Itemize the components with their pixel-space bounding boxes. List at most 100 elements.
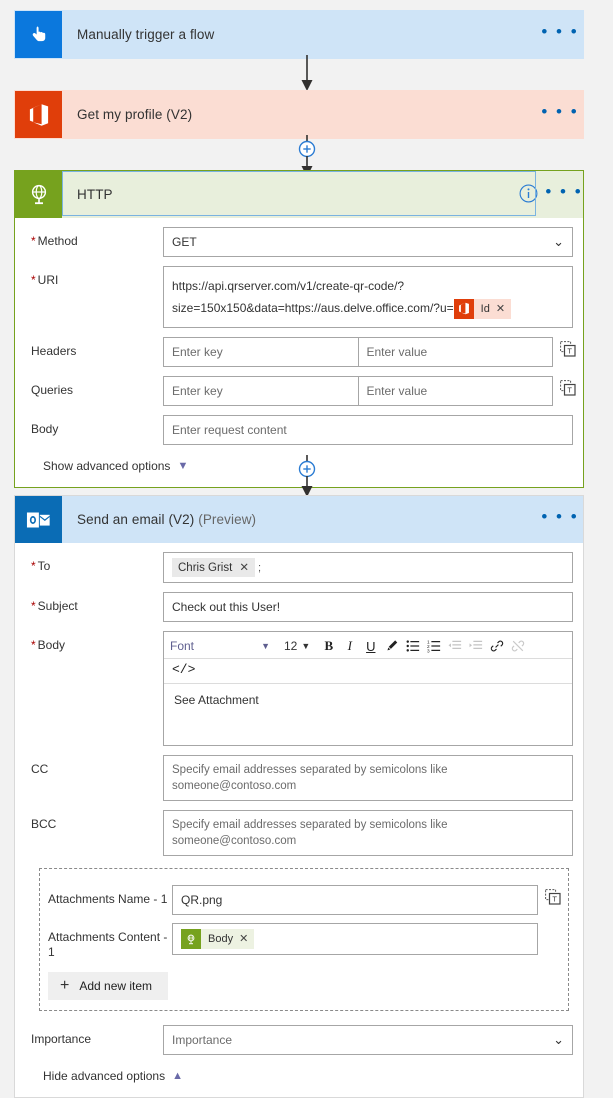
font-family-select[interactable]: Font ▼ — [170, 639, 274, 653]
token-remove-icon[interactable]: ✕ — [239, 931, 254, 947]
attachment-content-input[interactable]: Body ✕ — [172, 923, 538, 955]
profile-more-button[interactable]: • • • — [537, 103, 583, 127]
email-hide-advanced-options[interactable]: Hide advanced options ▲ — [15, 1055, 583, 1097]
http-card-header[interactable]: HTTP • • • — [15, 171, 583, 218]
arrow-down-icon — [301, 55, 312, 91]
token-remove-icon[interactable]: ✕ — [496, 298, 511, 320]
http-body-row: Body Enter request content — [15, 415, 583, 445]
http-uri-line-1: https://api.qrserver.com/v1/create-qr-co… — [172, 279, 405, 293]
http-globe-icon — [15, 171, 62, 218]
chevron-down-icon: ⌄ — [553, 1032, 564, 1047]
email-bcc-label: BCC — [31, 817, 57, 831]
switch-to-text-mode-icon[interactable]: T — [553, 337, 583, 357]
flow-card-trigger[interactable]: Manually trigger a flow • • • — [14, 10, 584, 59]
http-header-key-input[interactable]: Enter key — [163, 337, 358, 367]
email-bcc-row: BCC Specify email addresses separated by… — [15, 810, 583, 856]
bold-button[interactable]: B — [318, 636, 339, 656]
profile-card-header[interactable]: Get my profile (V2) • • • — [15, 91, 583, 138]
email-bcc-input[interactable]: Specify email addresses separated by sem… — [163, 810, 573, 856]
font-size-select[interactable]: 12 ▼ — [284, 639, 310, 653]
italic-button[interactable]: I — [339, 636, 360, 656]
switch-to-text-mode-icon[interactable]: T — [553, 376, 583, 396]
email-subject-label: * Subject — [31, 599, 78, 613]
http-query-key-input[interactable]: Enter key — [163, 376, 358, 406]
http-query-value-input[interactable]: Enter value — [357, 376, 553, 406]
email-body-editor[interactable]: Font ▼ 12 ▼ B I U 1 2 3 </> See Attachme… — [163, 631, 573, 746]
attachment-name-input[interactable]: QR.png — [172, 885, 538, 915]
svg-text:T: T — [567, 347, 572, 356]
email-importance-select[interactable]: Importance ⌄ — [163, 1025, 573, 1055]
flow-card-get-my-profile[interactable]: Get my profile (V2) • • • — [14, 90, 584, 139]
required-asterisk: * — [31, 559, 36, 573]
trigger-title: Manually trigger a flow — [77, 27, 215, 42]
http-header-value-input[interactable]: Enter value — [357, 337, 553, 367]
attachment-name-row: Attachments Name - 1 QR.png T — [40, 885, 568, 915]
plus-icon: + — [60, 977, 70, 994]
font-color-icon[interactable] — [381, 636, 402, 656]
email-to-input[interactable]: Chris Grist ✕; — [163, 552, 573, 583]
http-title: HTTP — [77, 187, 113, 202]
attachment-name-label: Attachments Name - 1 — [48, 892, 168, 906]
indent-icon[interactable] — [465, 636, 486, 656]
http-body-input[interactable]: Enter request content — [163, 415, 573, 445]
email-cc-row: CC Specify email addresses separated by … — [15, 755, 583, 801]
email-to-separator: ; — [257, 561, 262, 574]
email-preview-tag: (Preview) — [198, 512, 257, 527]
connector-insert-http-email[interactable] — [0, 455, 613, 499]
email-more-button[interactable]: • • • — [537, 508, 583, 532]
link-icon[interactable] — [486, 636, 507, 656]
email-card-header[interactable]: Send an email (V2) (Preview) • • • — [15, 496, 583, 543]
http-body-label: Body — [31, 422, 59, 436]
trigger-more-button[interactable]: • • • — [537, 23, 583, 47]
http-method-row: * Method GET ⌄ — [15, 227, 583, 257]
unlink-icon[interactable] — [507, 636, 528, 656]
recipient-pill[interactable]: Chris Grist ✕ — [172, 558, 255, 577]
email-importance-value: Importance — [172, 1033, 233, 1047]
token-label: Id — [480, 302, 490, 315]
email-advanced-label: Hide advanced options — [43, 1069, 166, 1083]
http-uri-input[interactable]: https://api.qrserver.com/v1/create-qr-co… — [163, 266, 573, 328]
http-uri-row: * URI https://api.qrserver.com/v1/create-… — [15, 266, 583, 328]
required-asterisk: * — [31, 599, 36, 613]
outdent-icon[interactable] — [444, 636, 465, 656]
http-headers-label: Headers — [31, 344, 77, 358]
dynamic-token-body[interactable]: Body ✕ — [181, 929, 255, 949]
email-cc-label: CC — [31, 762, 49, 776]
add-new-item-button[interactable]: + Add new item — [48, 972, 169, 1000]
underline-button[interactable]: U — [360, 636, 381, 656]
http-uri-label: * URI — [31, 273, 59, 287]
office365-token-icon — [453, 298, 474, 319]
numbered-list-icon[interactable]: 123 — [423, 636, 444, 656]
chevron-down-icon: ▼ — [301, 641, 311, 651]
email-subject-input[interactable]: Check out this User! — [163, 592, 573, 622]
svg-text:T: T — [552, 895, 557, 904]
switch-to-text-mode-icon[interactable]: T — [538, 885, 568, 905]
code-view-button[interactable]: </> — [172, 659, 195, 679]
chevron-down-icon: ▼ — [261, 641, 270, 651]
editor-toolbar: Font ▼ 12 ▼ B I U 1 2 3 — [164, 632, 572, 659]
chevron-up-icon: ▲ — [172, 1070, 183, 1082]
flow-card-http[interactable]: HTTP • • • * Method GET ⌄ * URI https://… — [14, 170, 584, 488]
email-body-label: * Body — [31, 638, 66, 652]
flow-designer-canvas: Manually trigger a flow • • • Get my pro… — [0, 0, 613, 1098]
email-cc-input[interactable]: Specify email addresses separated by sem… — [163, 755, 573, 801]
email-body-text[interactable]: See Attachment — [164, 684, 572, 745]
office365-icon — [15, 91, 62, 138]
bulleted-list-icon[interactable] — [402, 636, 423, 656]
flow-card-send-email[interactable]: Send an email (V2) (Preview) • • • * To C… — [14, 495, 584, 1098]
trigger-card-header[interactable]: Manually trigger a flow • • • — [15, 11, 583, 58]
remove-recipient-icon[interactable]: ✕ — [239, 560, 249, 576]
info-icon[interactable] — [511, 184, 545, 206]
http-method-select[interactable]: GET ⌄ — [163, 227, 573, 257]
attachments-group: Attachments Name - 1 QR.png T Attachment… — [39, 868, 569, 1011]
font-family-value: Font — [170, 639, 195, 653]
attachment-content-label: Attachments Content - 1 — [48, 930, 168, 959]
http-token-icon — [181, 929, 201, 949]
dynamic-token-id[interactable]: Id ✕ — [453, 298, 512, 320]
http-method-value: GET — [172, 235, 197, 249]
http-queries-label: Queries — [31, 383, 74, 397]
profile-title: Get my profile (V2) — [77, 107, 193, 122]
chevron-down-icon: ⌄ — [553, 234, 564, 249]
http-uri-line-2: size=150x150&data=https://aus.delve.offi… — [172, 297, 564, 319]
http-more-button[interactable]: • • • — [545, 183, 583, 207]
